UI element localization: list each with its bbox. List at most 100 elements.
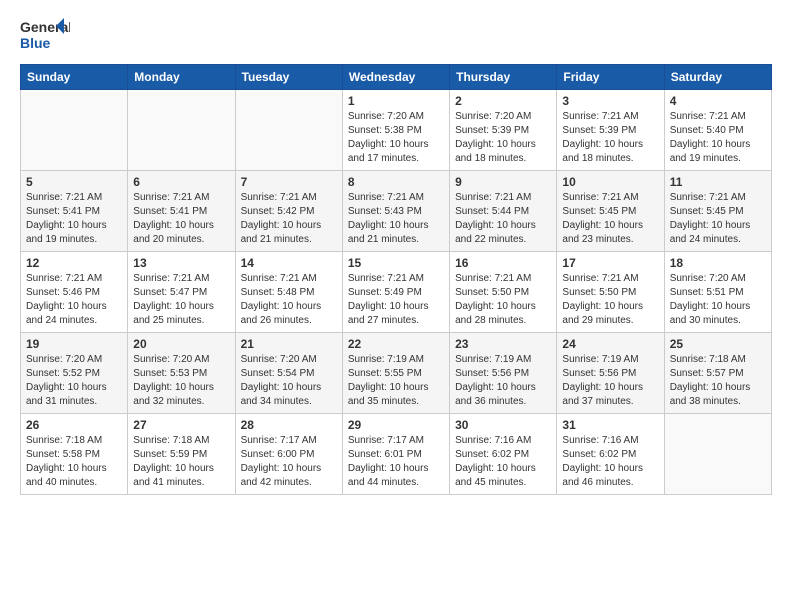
day-number: 8 <box>348 175 444 189</box>
day-info: Sunrise: 7:21 AM Sunset: 5:43 PM Dayligh… <box>348 191 444 247</box>
day-info: Sunrise: 7:17 AM Sunset: 6:00 PM Dayligh… <box>241 434 337 490</box>
calendar-cell: 10 Sunrise: 7:21 AM Sunset: 5:45 PM Dayli… <box>557 171 664 252</box>
weekday-header: Tuesday <box>235 65 342 90</box>
day-number: 20 <box>133 337 229 351</box>
calendar-cell: 14 Sunrise: 7:21 AM Sunset: 5:48 PM Dayli… <box>235 252 342 333</box>
calendar-cell <box>21 90 128 171</box>
day-info: Sunrise: 7:21 AM Sunset: 5:39 PM Dayligh… <box>562 110 658 166</box>
calendar-cell: 25 Sunrise: 7:18 AM Sunset: 5:57 PM Dayli… <box>664 333 771 414</box>
weekday-header: Thursday <box>450 65 557 90</box>
calendar-cell: 1Sunrise: 7:20 AM Sunset: 5:38 PM Daylig… <box>342 90 449 171</box>
day-info: Sunrise: 7:20 AM Sunset: 5:51 PM Dayligh… <box>670 272 766 328</box>
weekday-header: Monday <box>128 65 235 90</box>
calendar-cell: 3 Sunrise: 7:21 AM Sunset: 5:39 PM Daylig… <box>557 90 664 171</box>
weekday-header: Wednesday <box>342 65 449 90</box>
day-info: Sunrise: 7:19 AM Sunset: 5:55 PM Dayligh… <box>348 353 444 409</box>
page-container: GeneralBlue SundayMondayTuesdayWednesday… <box>0 0 792 505</box>
calendar-cell: 7 Sunrise: 7:21 AM Sunset: 5:42 PM Daylig… <box>235 171 342 252</box>
day-info: Sunrise: 7:21 AM Sunset: 5:41 PM Dayligh… <box>26 191 122 247</box>
svg-text:Blue: Blue <box>20 35 51 51</box>
day-number: 26 <box>26 418 122 432</box>
calendar-cell: 4Sunrise: 7:21 AM Sunset: 5:40 PM Daylig… <box>664 90 771 171</box>
day-info: Sunrise: 7:20 AM Sunset: 5:53 PM Dayligh… <box>133 353 229 409</box>
day-number: 7 <box>241 175 337 189</box>
calendar-cell: 26 Sunrise: 7:18 AM Sunset: 5:58 PM Dayli… <box>21 414 128 495</box>
day-number: 11 <box>670 175 766 189</box>
day-number: 25 <box>670 337 766 351</box>
day-number: 19 <box>26 337 122 351</box>
calendar: SundayMondayTuesdayWednesdayThursdayFrid… <box>20 64 772 495</box>
calendar-cell: 15 Sunrise: 7:21 AM Sunset: 5:49 PM Dayli… <box>342 252 449 333</box>
calendar-cell: 19 Sunrise: 7:20 AM Sunset: 5:52 PM Dayli… <box>21 333 128 414</box>
logo-svg: GeneralBlue <box>20 16 70 54</box>
day-info: Sunrise: 7:21 AM Sunset: 5:45 PM Dayligh… <box>562 191 658 247</box>
day-info: Sunrise: 7:21 AM Sunset: 5:41 PM Dayligh… <box>133 191 229 247</box>
day-info: Sunrise: 7:21 AM Sunset: 5:50 PM Dayligh… <box>562 272 658 328</box>
header: GeneralBlue <box>20 16 772 54</box>
calendar-cell: 9Sunrise: 7:21 AM Sunset: 5:44 PM Daylig… <box>450 171 557 252</box>
day-number: 14 <box>241 256 337 270</box>
calendar-cell: 5Sunrise: 7:21 AM Sunset: 5:41 PM Daylig… <box>21 171 128 252</box>
calendar-cell: 12Sunrise: 7:21 AM Sunset: 5:46 PM Dayli… <box>21 252 128 333</box>
calendar-cell: 2Sunrise: 7:20 AM Sunset: 5:39 PM Daylig… <box>450 90 557 171</box>
day-info: Sunrise: 7:19 AM Sunset: 5:56 PM Dayligh… <box>562 353 658 409</box>
day-number: 21 <box>241 337 337 351</box>
calendar-cell <box>128 90 235 171</box>
day-number: 2 <box>455 94 551 108</box>
day-number: 31 <box>562 418 658 432</box>
calendar-header-row: SundayMondayTuesdayWednesdayThursdayFrid… <box>21 65 772 90</box>
weekday-header: Saturday <box>664 65 771 90</box>
calendar-cell: 18 Sunrise: 7:20 AM Sunset: 5:51 PM Dayli… <box>664 252 771 333</box>
day-info: Sunrise: 7:21 AM Sunset: 5:40 PM Dayligh… <box>670 110 766 166</box>
day-number: 29 <box>348 418 444 432</box>
day-number: 16 <box>455 256 551 270</box>
day-number: 10 <box>562 175 658 189</box>
day-number: 30 <box>455 418 551 432</box>
day-number: 12 <box>26 256 122 270</box>
calendar-cell: 16 Sunrise: 7:21 AM Sunset: 5:50 PM Dayli… <box>450 252 557 333</box>
calendar-cell: 21 Sunrise: 7:20 AM Sunset: 5:54 PM Dayli… <box>235 333 342 414</box>
day-info: Sunrise: 7:21 AM Sunset: 5:49 PM Dayligh… <box>348 272 444 328</box>
day-info: Sunrise: 7:20 AM Sunset: 5:54 PM Dayligh… <box>241 353 337 409</box>
day-info: Sunrise: 7:21 AM Sunset: 5:50 PM Dayligh… <box>455 272 551 328</box>
day-info: Sunrise: 7:19 AM Sunset: 5:56 PM Dayligh… <box>455 353 551 409</box>
logo: GeneralBlue <box>20 16 70 54</box>
calendar-cell: 23 Sunrise: 7:19 AM Sunset: 5:56 PM Dayli… <box>450 333 557 414</box>
calendar-week-row: 26 Sunrise: 7:18 AM Sunset: 5:58 PM Dayli… <box>21 414 772 495</box>
day-info: Sunrise: 7:18 AM Sunset: 5:58 PM Dayligh… <box>26 434 122 490</box>
day-info: Sunrise: 7:21 AM Sunset: 5:42 PM Dayligh… <box>241 191 337 247</box>
calendar-cell: 6 Sunrise: 7:21 AM Sunset: 5:41 PM Daylig… <box>128 171 235 252</box>
day-info: Sunrise: 7:18 AM Sunset: 5:59 PM Dayligh… <box>133 434 229 490</box>
day-info: Sunrise: 7:18 AM Sunset: 5:57 PM Dayligh… <box>670 353 766 409</box>
calendar-cell <box>235 90 342 171</box>
day-number: 27 <box>133 418 229 432</box>
calendar-cell: 20 Sunrise: 7:20 AM Sunset: 5:53 PM Dayli… <box>128 333 235 414</box>
calendar-cell: 31Sunrise: 7:16 AM Sunset: 6:02 PM Dayli… <box>557 414 664 495</box>
weekday-header: Friday <box>557 65 664 90</box>
day-number: 15 <box>348 256 444 270</box>
day-info: Sunrise: 7:21 AM Sunset: 5:48 PM Dayligh… <box>241 272 337 328</box>
day-number: 13 <box>133 256 229 270</box>
day-info: Sunrise: 7:20 AM Sunset: 5:38 PM Dayligh… <box>348 110 444 166</box>
calendar-cell: 29 Sunrise: 7:17 AM Sunset: 6:01 PM Dayli… <box>342 414 449 495</box>
calendar-cell: 24Sunrise: 7:19 AM Sunset: 5:56 PM Dayli… <box>557 333 664 414</box>
calendar-cell: 30Sunrise: 7:16 AM Sunset: 6:02 PM Dayli… <box>450 414 557 495</box>
day-number: 9 <box>455 175 551 189</box>
calendar-week-row: 5Sunrise: 7:21 AM Sunset: 5:41 PM Daylig… <box>21 171 772 252</box>
day-number: 23 <box>455 337 551 351</box>
day-number: 6 <box>133 175 229 189</box>
day-number: 17 <box>562 256 658 270</box>
day-number: 28 <box>241 418 337 432</box>
day-info: Sunrise: 7:21 AM Sunset: 5:47 PM Dayligh… <box>133 272 229 328</box>
calendar-cell: 13 Sunrise: 7:21 AM Sunset: 5:47 PM Dayli… <box>128 252 235 333</box>
day-info: Sunrise: 7:17 AM Sunset: 6:01 PM Dayligh… <box>348 434 444 490</box>
day-number: 3 <box>562 94 658 108</box>
calendar-cell: 28 Sunrise: 7:17 AM Sunset: 6:00 PM Dayli… <box>235 414 342 495</box>
calendar-week-row: 12Sunrise: 7:21 AM Sunset: 5:46 PM Dayli… <box>21 252 772 333</box>
day-info: Sunrise: 7:20 AM Sunset: 5:52 PM Dayligh… <box>26 353 122 409</box>
day-number: 18 <box>670 256 766 270</box>
day-info: Sunrise: 7:21 AM Sunset: 5:45 PM Dayligh… <box>670 191 766 247</box>
calendar-cell: 27 Sunrise: 7:18 AM Sunset: 5:59 PM Dayli… <box>128 414 235 495</box>
calendar-week-row: 19 Sunrise: 7:20 AM Sunset: 5:52 PM Dayli… <box>21 333 772 414</box>
calendar-cell <box>664 414 771 495</box>
